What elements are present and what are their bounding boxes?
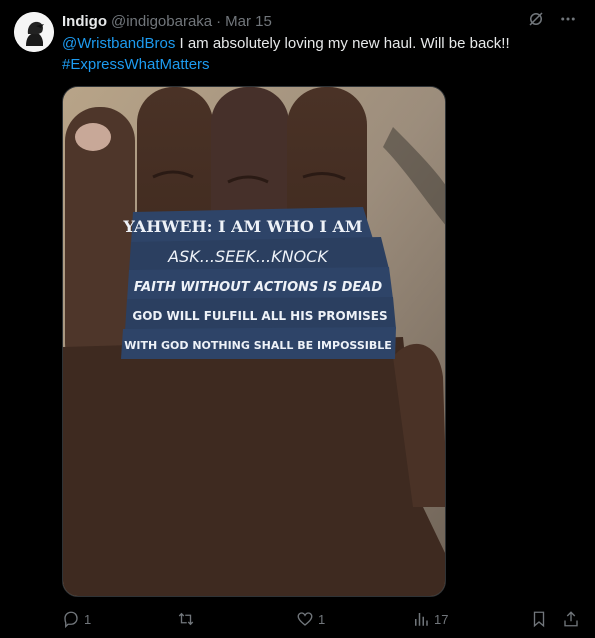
wristband-text-4: GOD WILL FULFILL ALL HIS PROMISES bbox=[132, 309, 387, 323]
tweet[interactable]: Indigo @indigobaraka · Mar 15 @Wristband… bbox=[0, 0, 595, 638]
reply-button[interactable]: 1 bbox=[62, 606, 91, 632]
reply-count: 1 bbox=[84, 611, 92, 627]
author-avatar[interactable] bbox=[14, 12, 54, 52]
more-icon[interactable] bbox=[559, 10, 577, 33]
grok-icon[interactable] bbox=[527, 10, 545, 33]
reply-icon bbox=[62, 610, 80, 628]
like-count: 1 bbox=[318, 611, 326, 627]
like-icon bbox=[296, 610, 314, 628]
tweet-date[interactable]: Mar 15 bbox=[225, 13, 272, 30]
retweet-button[interactable] bbox=[177, 606, 195, 632]
tweet-body: I am absolutely loving my new haul. Will… bbox=[175, 35, 510, 52]
retweet-icon bbox=[177, 610, 195, 628]
hashtag-link[interactable]: #ExpressWhatMatters bbox=[62, 56, 210, 73]
share-button[interactable] bbox=[562, 606, 580, 632]
bookmark-button[interactable] bbox=[530, 606, 548, 632]
wristband-text-5: WITH GOD NOTHING SHALL BE IMPOSSIBLE bbox=[124, 339, 392, 352]
action-bar: 1 1 17 bbox=[62, 606, 582, 632]
wristband-text-1: YAHWEH: I AM WHO I AM bbox=[122, 217, 362, 236]
bookmark-icon bbox=[530, 610, 548, 628]
views-button[interactable]: 17 bbox=[412, 606, 448, 632]
tweet-header: Indigo @indigobaraka · Mar 15 bbox=[62, 11, 585, 31]
wristband-text-3: FAITH WITHOUT ACTIONS IS DEAD bbox=[134, 280, 382, 295]
share-icon bbox=[562, 610, 580, 628]
like-button[interactable]: 1 bbox=[296, 606, 325, 632]
tweet-text: @WristbandBros I am absolutely loving my… bbox=[62, 33, 582, 75]
mention-link[interactable]: @WristbandBros bbox=[62, 35, 175, 52]
separator-dot: · bbox=[216, 12, 222, 30]
wristband-text-2: ASK...SEEK...KNOCK bbox=[167, 247, 329, 266]
author-handle[interactable]: @indigobaraka bbox=[111, 13, 212, 30]
author-name[interactable]: Indigo bbox=[62, 13, 107, 30]
views-count: 17 bbox=[434, 611, 449, 627]
tweet-photo[interactable]: YAHWEH: I AM WHO I AM ASK...SEEK...KNOCK… bbox=[62, 86, 446, 597]
views-icon bbox=[412, 610, 430, 628]
